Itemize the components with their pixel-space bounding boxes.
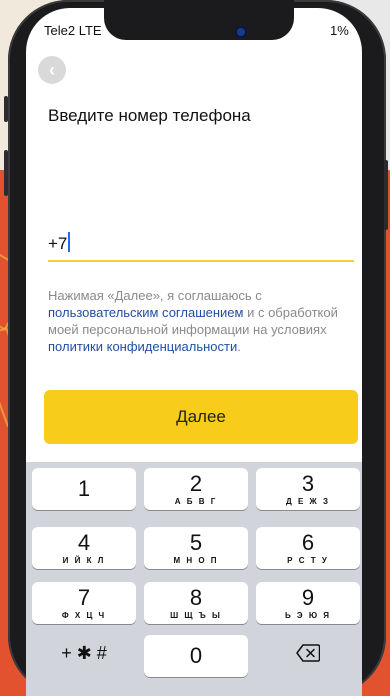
key-4[interactable]: 4 И Й К Л — [32, 527, 136, 569]
phone-notch — [104, 0, 294, 40]
key-digit: 8 — [189, 584, 203, 610]
page-title: Введите номер телефона — [48, 106, 251, 125]
key-1[interactable]: 1 — [32, 468, 136, 510]
phone-side-button — [4, 150, 8, 196]
text-caret — [68, 232, 71, 252]
delete-button[interactable] — [256, 632, 360, 674]
key-digit: 5 — [189, 529, 203, 555]
key-8[interactable]: 8 Ш Щ Ъ Ы — [144, 582, 248, 624]
key-letters: Р С Т У — [287, 555, 329, 565]
battery-label: 1% — [330, 23, 349, 38]
chevron-left-icon: ‹ — [49, 59, 55, 80]
key-6[interactable]: 6 Р С Т У — [256, 527, 360, 569]
key-digit: 3 — [301, 470, 315, 496]
phone-side-button — [384, 160, 388, 230]
key-3[interactable]: 3 Д Е Ж З — [256, 468, 360, 510]
key-5[interactable]: 5 М Н О П — [144, 527, 248, 569]
key-letters: А Б В Г — [174, 496, 218, 506]
key-letters: Ф Х Ц Ч — [61, 610, 107, 620]
key-2[interactable]: 2 А Б В Г — [144, 468, 248, 510]
key-digit: 1 — [77, 476, 91, 501]
key-digit: 4 — [77, 529, 91, 555]
key-digit: 9 — [301, 584, 315, 610]
key-letters: Ь Э Ю Я — [284, 610, 332, 620]
key-digit: 6 — [301, 529, 315, 555]
privacy-policy-link[interactable]: политики конфиденциальности — [48, 339, 237, 354]
user-agreement-link[interactable]: пользовательским соглашением — [48, 305, 243, 320]
terms-text: Нажимая «Далее», я соглашаюсь с пользова… — [48, 287, 348, 355]
backspace-icon — [296, 644, 320, 662]
key-digit: 0 — [189, 643, 203, 668]
key-digit: 7 — [77, 584, 91, 610]
terms-text-part: . — [237, 339, 241, 354]
key-9[interactable]: 9 Ь Э Ю Я — [256, 582, 360, 624]
key-7[interactable]: 7 Ф Х Ц Ч — [32, 582, 136, 624]
phone-side-button — [4, 96, 8, 122]
camera-icon — [237, 28, 245, 36]
terms-text-part: Нажимая «Далее», я соглашаюсь с — [48, 288, 262, 303]
next-button-label: Далее — [176, 407, 226, 426]
carrier-label: Tele2 LTE — [44, 23, 102, 38]
key-letters: Ш Щ Ъ Ы — [170, 610, 222, 620]
next-button[interactable]: Далее — [44, 390, 358, 444]
key-symbols[interactable]: + ✱ # — [32, 632, 136, 674]
phone-number-value: +7 — [48, 234, 68, 253]
phone-number-input[interactable]: +7 — [48, 232, 354, 262]
key-symbols-label: + ✱ # — [61, 643, 107, 663]
key-letters: И Й К Л — [62, 555, 106, 565]
key-digit: 2 — [189, 470, 203, 496]
key-letters: Д Е Ж З — [286, 496, 330, 506]
key-0[interactable]: 0 — [144, 635, 248, 677]
back-button[interactable]: ‹ — [38, 56, 66, 84]
key-letters: М Н О П — [173, 555, 219, 565]
